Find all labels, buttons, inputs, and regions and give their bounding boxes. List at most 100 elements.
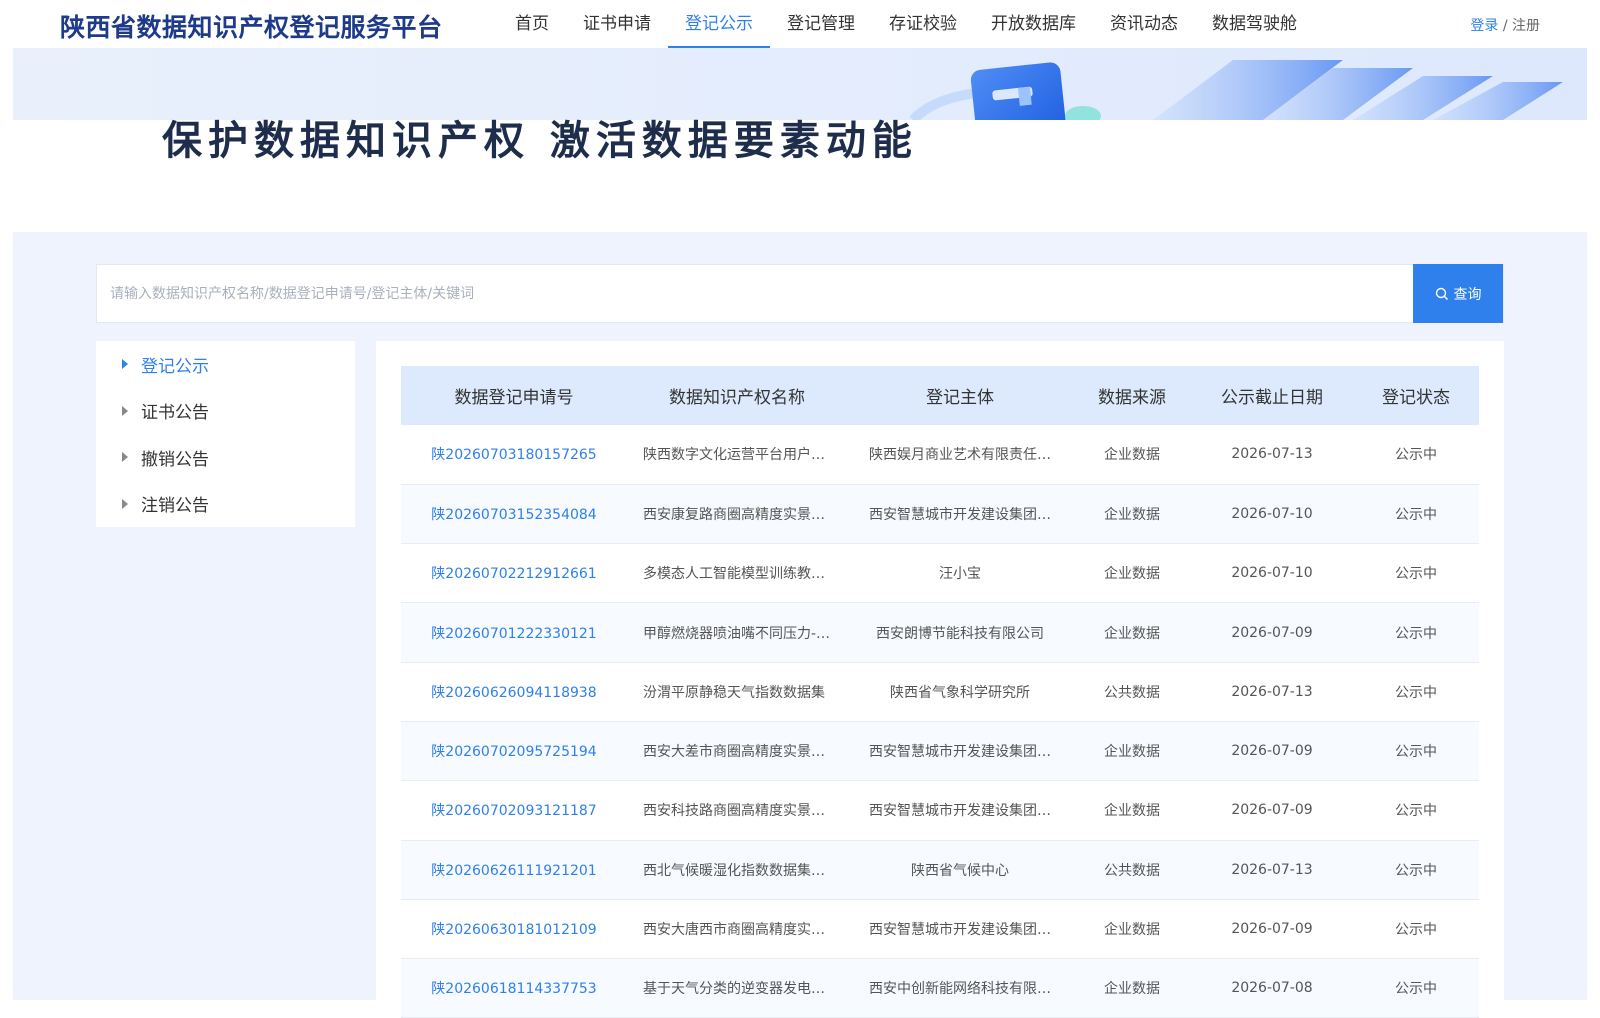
- sidebar-item-label: 撤销公告: [141, 449, 209, 470]
- table-row[interactable]: 陕20260701222330121 甲醇燃烧器喷油嘴不同压力-… 西安朗博节能…: [401, 602, 1479, 663]
- cell-registrant: 西安朗博节能科技有限公司: [847, 602, 1073, 663]
- cell-deadline: 2026-07-10: [1191, 484, 1353, 545]
- nav-home[interactable]: 首页: [498, 0, 566, 48]
- nav-open-database[interactable]: 开放数据库: [974, 0, 1093, 48]
- cell-status: 公示中: [1353, 602, 1479, 663]
- nav-data-cockpit[interactable]: 数据驾驶舱: [1195, 0, 1314, 48]
- cell-deadline: 2026-07-13: [1191, 425, 1353, 485]
- nav-news[interactable]: 资讯动态: [1093, 0, 1195, 48]
- table-row[interactable]: 陕20260703152354084 西安康复路商圈高精度实景… 西安智慧城市开…: [401, 484, 1479, 545]
- table-row[interactable]: 陕20260630181012109 西安大唐西市商圈高精度实… 西安智慧城市开…: [401, 899, 1479, 960]
- cell-deadline: 2026-07-08: [1191, 958, 1353, 1018]
- cell-registrant: 汪小宝: [847, 543, 1073, 604]
- column-header-registrant: 登记主体: [847, 366, 1073, 425]
- cell-application-number[interactable]: 陕20260703180157265: [401, 425, 627, 485]
- table-row[interactable]: 陕20260702212912661 多模态人工智能模型训练教… 汪小宝 企业数…: [401, 543, 1479, 604]
- cell-ip-name: 西安科技路商圈高精度实景…: [627, 780, 847, 841]
- cell-deadline: 2026-07-09: [1191, 899, 1353, 960]
- cell-data-source: 企业数据: [1073, 780, 1191, 841]
- table-row[interactable]: 陕20260703180157265 陕西数字文化运营平台用户… 陕西娱月商业艺…: [401, 425, 1479, 485]
- site-logo[interactable]: 陕西省数据知识产权登记服务平台: [60, 8, 443, 44]
- column-header-data-source: 数据来源: [1073, 366, 1191, 425]
- cell-status: 公示中: [1353, 958, 1479, 1018]
- auth-links: 登录 / 注册: [1470, 15, 1540, 35]
- cell-ip-name: 多模态人工智能模型训练教…: [627, 543, 847, 604]
- search-bar: 查询: [96, 264, 1504, 323]
- table-row[interactable]: 陕20260626111921201 西北气候暖湿化指数数据集… 陕西省气候中心…: [401, 840, 1479, 900]
- main-nav: 首页 证书申请 登记公示 登记管理 存证校验 开放数据库 资讯动态 数据驾驶舱: [498, 0, 1314, 48]
- sidebar-item-label: 证书公告: [141, 403, 209, 424]
- sidebar: 登记公示 证书公告 撤销公告 注销公告: [96, 341, 355, 527]
- top-header: 陕西省数据知识产权登记服务平台 首页 证书申请 登记公示 登记管理 存证校验 开…: [0, 0, 1600, 48]
- cell-status: 公示中: [1353, 899, 1479, 960]
- sidebar-item-certificate-notice[interactable]: 证书公告: [96, 388, 355, 435]
- cell-deadline: 2026-07-09: [1191, 721, 1353, 782]
- cell-application-number[interactable]: 陕20260702093121187: [401, 780, 627, 841]
- cell-application-number[interactable]: 陕20260626111921201: [401, 840, 627, 900]
- cell-status: 公示中: [1353, 780, 1479, 841]
- table-row[interactable]: 陕20260702095725194 西安大差市商圈高精度实景… 西安智慧城市开…: [401, 721, 1479, 782]
- cell-data-source: 企业数据: [1073, 425, 1191, 485]
- cell-ip-name: 甲醇燃烧器喷油嘴不同压力-…: [627, 602, 847, 663]
- cell-ip-name: 西安康复路商圈高精度实景…: [627, 484, 847, 545]
- nav-certificate-apply[interactable]: 证书申请: [566, 0, 668, 48]
- cell-data-source: 企业数据: [1073, 543, 1191, 604]
- cell-status: 公示中: [1353, 425, 1479, 485]
- cell-status: 公示中: [1353, 543, 1479, 604]
- cell-data-source: 公共数据: [1073, 662, 1191, 722]
- cell-registrant: 陕西省气候中心: [847, 840, 1073, 900]
- cell-registrant: 西安智慧城市开发建设集团…: [847, 780, 1073, 841]
- table-row[interactable]: 陕20260626094118938 汾渭平原静稳天气指数数据集 陕西省气象科学…: [401, 662, 1479, 722]
- banner-slogan: 保护数据知识产权 激活数据要素动能: [162, 118, 918, 164]
- nav-evidence-verification[interactable]: 存证校验: [872, 0, 974, 48]
- search-button[interactable]: 查询: [1413, 264, 1503, 323]
- caret-right-icon: [122, 452, 128, 463]
- sidebar-item-registration-publicity[interactable]: 登记公示: [96, 341, 355, 388]
- login-link[interactable]: 登录: [1470, 18, 1498, 34]
- cell-ip-name: 汾渭平原静稳天气指数数据集: [627, 662, 847, 722]
- cell-registrant: 西安智慧城市开发建设集团…: [847, 484, 1073, 545]
- cell-application-number[interactable]: 陕20260702212912661: [401, 543, 627, 604]
- auth-separator: /: [1498, 18, 1512, 34]
- caret-right-icon: [122, 405, 128, 416]
- column-header-status: 登记状态: [1353, 366, 1479, 425]
- cell-registrant: 陕西省气象科学研究所: [847, 662, 1073, 722]
- nav-registration-publicity[interactable]: 登记公示: [668, 0, 770, 48]
- cell-application-number[interactable]: 陕20260703152354084: [401, 484, 627, 545]
- content-panel: 数据登记申请号 数据知识产权名称 登记主体 数据来源 公示截止日期 登记状态 陕…: [376, 341, 1504, 1018]
- sidebar-item-revocation-notice[interactable]: 撤销公告: [96, 434, 355, 481]
- cell-deadline: 2026-07-10: [1191, 543, 1353, 604]
- nav-registration-management[interactable]: 登记管理: [770, 0, 872, 48]
- cell-data-source: 企业数据: [1073, 958, 1191, 1018]
- sidebar-item-label: 登记公示: [141, 356, 209, 377]
- search-icon: [1435, 287, 1448, 300]
- cell-data-source: 企业数据: [1073, 602, 1191, 663]
- cell-application-number[interactable]: 陕20260701222330121: [401, 602, 627, 663]
- table-row[interactable]: 陕20260618114337753 基于天气分类的逆变器发电… 西安中创新能网…: [401, 958, 1479, 1018]
- sidebar-item-cancellation-notice[interactable]: 注销公告: [96, 481, 355, 528]
- cell-data-source: 企业数据: [1073, 721, 1191, 782]
- cell-application-number[interactable]: 陕20260630181012109: [401, 899, 627, 960]
- cell-ip-name: 西安大唐西市商圈高精度实…: [627, 899, 847, 960]
- cell-status: 公示中: [1353, 662, 1479, 722]
- cell-ip-name: 西北气候暖湿化指数数据集…: [627, 840, 847, 900]
- search-input[interactable]: [97, 265, 1415, 322]
- cell-registrant: 西安智慧城市开发建设集团…: [847, 899, 1073, 960]
- cell-ip-name: 基于天气分类的逆变器发电…: [627, 958, 847, 1018]
- cell-data-source: 企业数据: [1073, 484, 1191, 545]
- cell-application-number[interactable]: 陕20260702095725194: [401, 721, 627, 782]
- cell-status: 公示中: [1353, 484, 1479, 545]
- cell-deadline: 2026-07-09: [1191, 780, 1353, 841]
- register-link[interactable]: 注册: [1512, 18, 1540, 34]
- caret-right-icon: [122, 359, 128, 370]
- table-header-row: 数据登记申请号 数据知识产权名称 登记主体 数据来源 公示截止日期 登记状态: [401, 366, 1479, 425]
- table-row[interactable]: 陕20260702093121187 西安科技路商圈高精度实景… 西安智慧城市开…: [401, 780, 1479, 841]
- cell-application-number[interactable]: 陕20260618114337753: [401, 958, 627, 1018]
- cell-application-number[interactable]: 陕20260626094118938: [401, 662, 627, 722]
- cell-status: 公示中: [1353, 721, 1479, 782]
- caret-right-icon: [122, 498, 128, 509]
- banner-illustration: [909, 60, 1563, 120]
- cell-ip-name: 西安大差市商圈高精度实景…: [627, 721, 847, 782]
- cell-deadline: 2026-07-13: [1191, 662, 1353, 722]
- cell-deadline: 2026-07-13: [1191, 840, 1353, 900]
